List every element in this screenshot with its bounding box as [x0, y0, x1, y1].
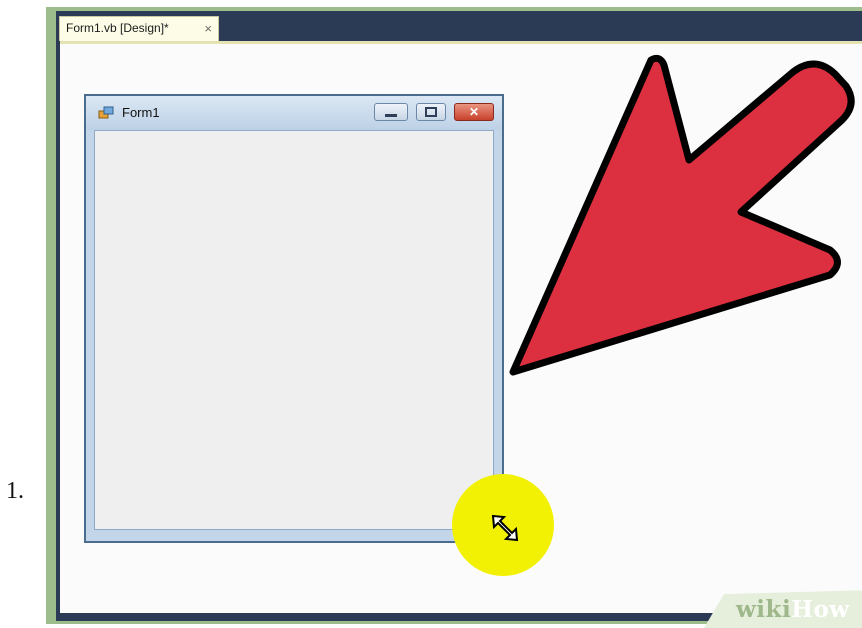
- form1-designer-window[interactable]: Form1 ✕: [84, 94, 504, 543]
- tab-form1-design[interactable]: Form1.vb [Design]* ×: [59, 16, 219, 41]
- form-client-area[interactable]: [94, 130, 494, 530]
- pointer-arrow-icon: [509, 54, 855, 376]
- form-title: Form1: [122, 105, 160, 120]
- wikihow-watermark: wikiHow: [736, 596, 850, 623]
- step-number: 1.: [6, 478, 24, 504]
- maximize-icon: [425, 107, 437, 117]
- tab-label: Form1.vb [Design]*: [66, 21, 169, 35]
- watermark-part1: wiki: [736, 596, 792, 623]
- minimize-icon: [385, 113, 397, 117]
- form-app-icon: [98, 106, 114, 119]
- watermark-part2: How: [791, 596, 850, 623]
- form-titlebar[interactable]: Form1 ✕: [86, 96, 502, 130]
- close-icon: ✕: [468, 105, 480, 119]
- close-tab-icon[interactable]: ×: [204, 17, 212, 40]
- close-button[interactable]: ✕: [454, 103, 494, 121]
- minimize-button[interactable]: [374, 103, 408, 121]
- maximize-button[interactable]: [416, 103, 446, 121]
- diagonal-resize-cursor-icon: [491, 514, 519, 542]
